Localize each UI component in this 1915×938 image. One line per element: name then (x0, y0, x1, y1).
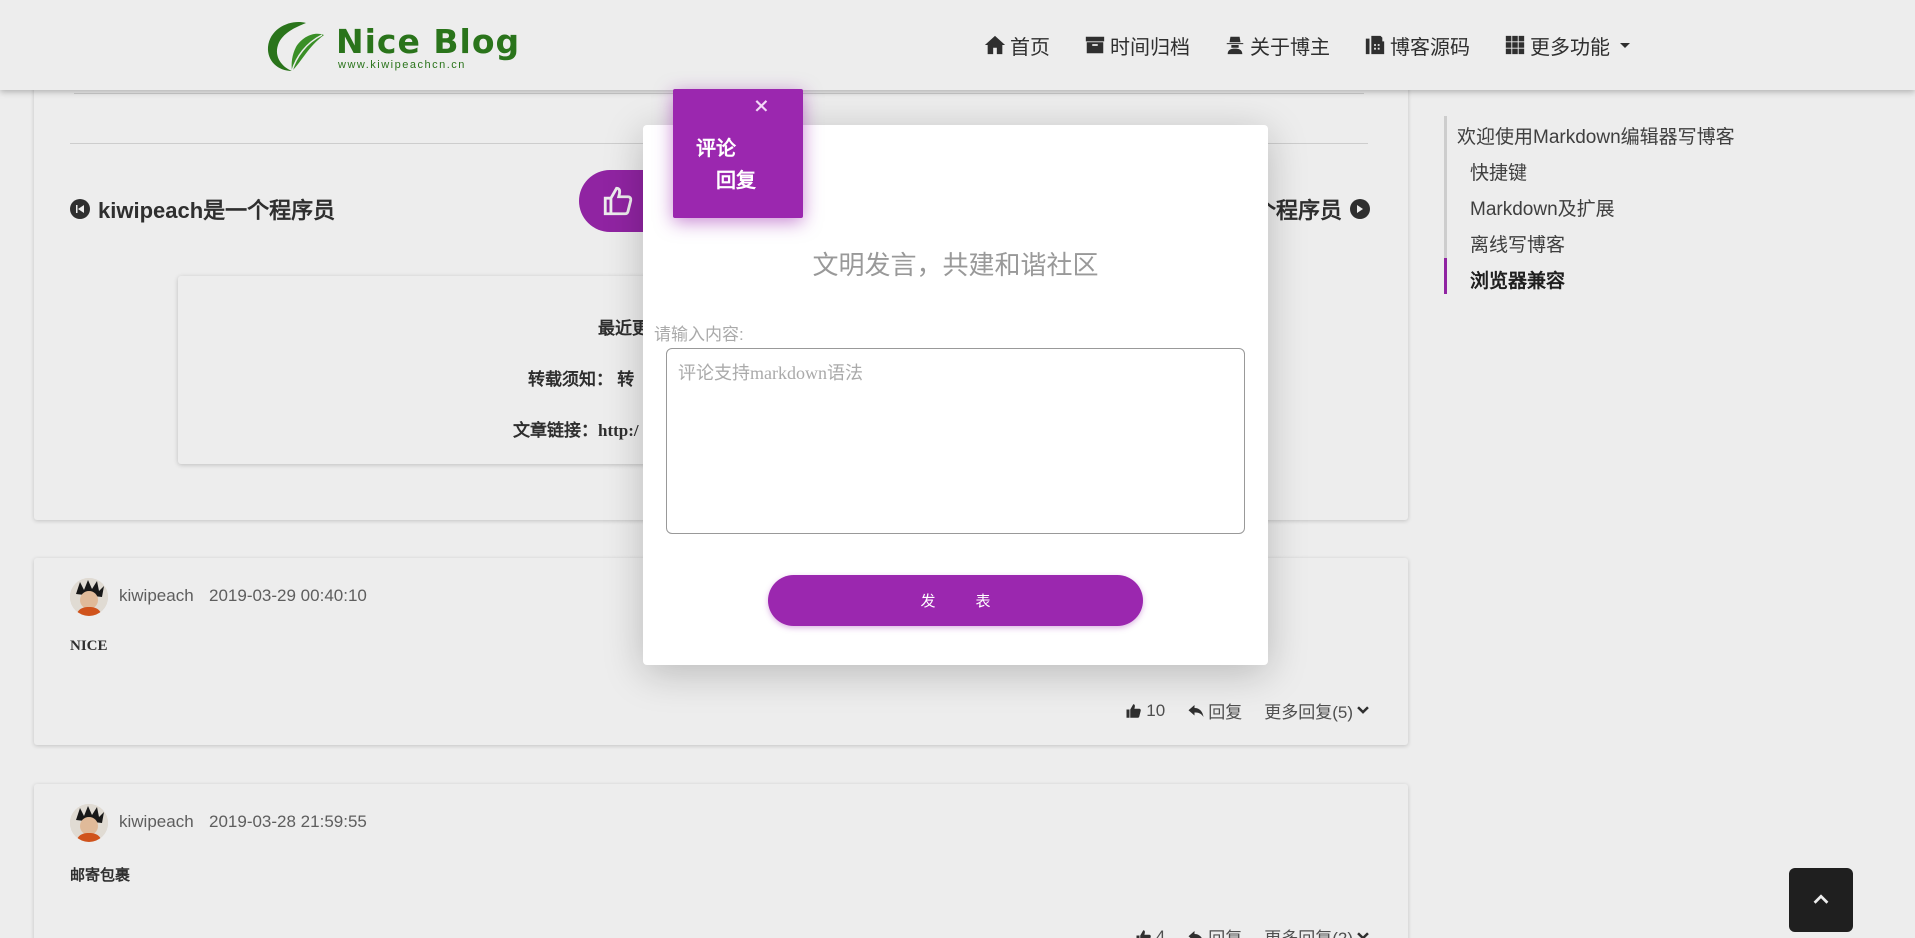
close-icon[interactable]: × (753, 95, 770, 115)
content-label: 请输入内容: (654, 325, 744, 344)
submit-button[interactable]: 发表 (768, 575, 1143, 626)
modal-title: 文明发言，共建和谐社区 (812, 250, 1099, 280)
ribbon-label-comment: 评论 (696, 136, 736, 160)
comment-input[interactable] (666, 348, 1245, 534)
modal-ribbon: × 评论 回复 (673, 89, 803, 218)
ribbon-label-reply: 回复 (716, 168, 756, 192)
